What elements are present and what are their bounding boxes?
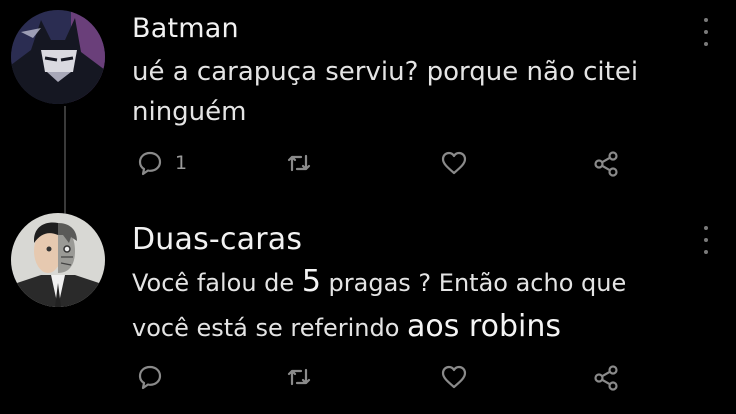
reply-icon (138, 365, 162, 390)
comment-author[interactable]: Duas-caras (132, 222, 302, 257)
share-icon (594, 151, 618, 177)
like-button[interactable] (440, 364, 468, 390)
like-button[interactable] (440, 150, 468, 176)
comment-text: Você falou de 5 pragas ? Então acho que … (132, 260, 626, 350)
retweet-icon (287, 368, 311, 386)
comment-text-line: você está se referindo aos robins (132, 305, 626, 350)
more-icon[interactable] (703, 226, 709, 254)
text-segment: 5 (301, 264, 321, 299)
heart-icon (441, 365, 467, 389)
text-segment: Você falou de (132, 269, 302, 297)
comment-text-line: ué a carapuça serviu? porque não citei (132, 57, 639, 87)
share-button[interactable] (592, 150, 620, 178)
retweet-button[interactable] (286, 150, 312, 176)
text-segment: você está se referindo (132, 314, 408, 342)
share-icon (594, 365, 618, 391)
avatar-duas-caras[interactable] (11, 213, 105, 307)
comment-text-line: ninguém (132, 97, 247, 127)
reply-button[interactable] (137, 364, 163, 390)
comment-text-line: Você falou de 5 pragas ? Então acho que (132, 260, 626, 305)
retweet-button[interactable] (286, 364, 312, 390)
text-segment: aos robins (407, 309, 561, 344)
text-segment: pragas ? Então acho que (320, 269, 627, 297)
avatar-batman[interactable] (11, 10, 105, 104)
reply-button[interactable]: 1 (137, 150, 187, 176)
comment-text: ué a carapuça serviu? porque não citei n… (132, 52, 638, 132)
share-button[interactable] (592, 364, 620, 392)
more-icon[interactable] (703, 18, 709, 46)
comment-author[interactable]: Batman (132, 13, 239, 44)
reply-count: 1 (175, 152, 188, 174)
heart-icon (441, 151, 467, 175)
thread-connector-line (64, 106, 66, 216)
reply-icon (138, 151, 162, 176)
retweet-icon (287, 154, 311, 172)
